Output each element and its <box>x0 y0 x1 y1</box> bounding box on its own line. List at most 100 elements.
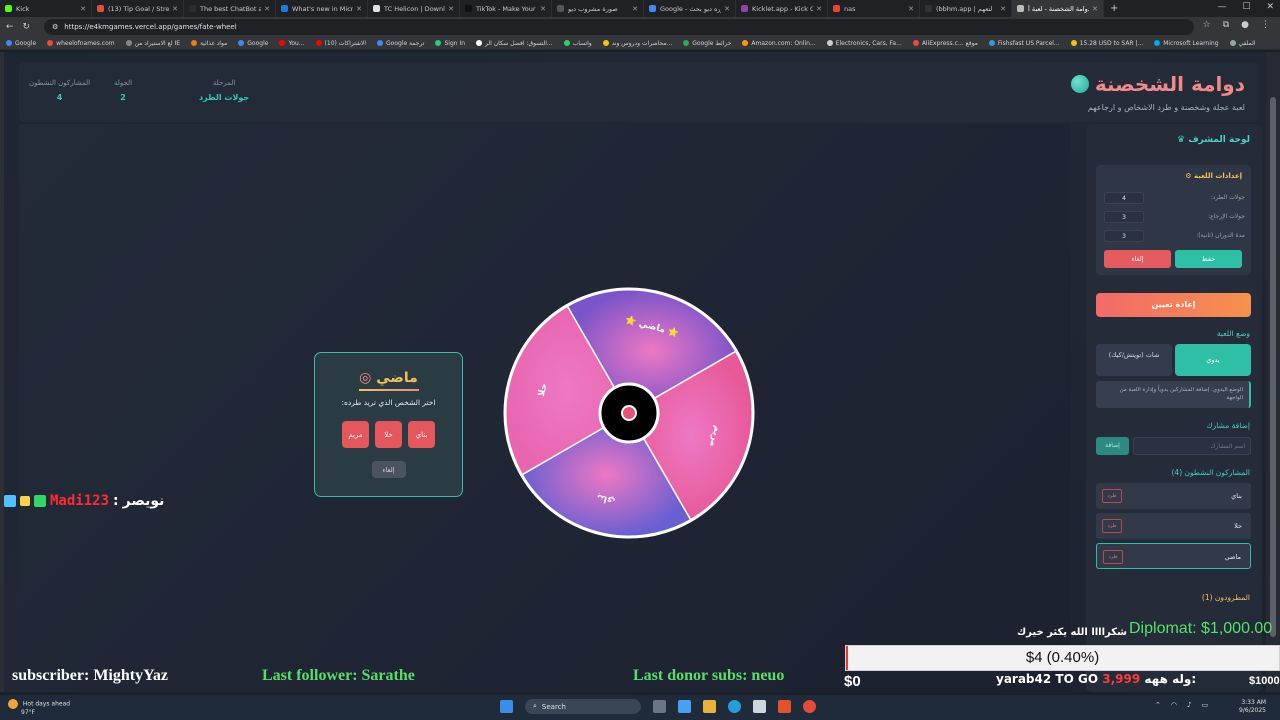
bookmark-item[interactable]: التسوق: افضل سكان الر... <box>476 40 553 47</box>
bookmark-favicon-icon <box>602 40 609 46</box>
bookmark-item[interactable]: Electronics, Cars, Fa... <box>826 40 902 47</box>
close-tab-icon[interactable]: ✕ <box>908 5 914 13</box>
close-tab-icon[interactable]: ✕ <box>540 5 546 13</box>
battery-icon[interactable]: ▭ <box>1201 701 1208 709</box>
close-tab-icon[interactable]: ✕ <box>632 5 638 13</box>
system-tray: ⌃ ◠ ♪ ▭ <box>1155 701 1208 709</box>
star-icon[interactable]: ☆ <box>1203 20 1211 30</box>
target-icon <box>621 405 637 421</box>
close-tab-icon[interactable]: ✕ <box>1092 5 1098 13</box>
tab-title: Kick <box>16 4 30 13</box>
bookmark-item[interactable]: Fishsfast US Parcel... <box>988 40 1060 47</box>
clock[interactable]: 3:33 AM 9/6/2025 <box>1239 699 1266 715</box>
browser-tab[interactable]: nas ✕ <box>828 0 920 17</box>
remove-participant-button[interactable]: طرد <box>1102 519 1122 533</box>
task-view-icon[interactable] <box>653 700 666 713</box>
taskbar-search[interactable]: ⌕ Search <box>525 699 641 714</box>
bookmark-item[interactable]: (10) الاشتراكات <box>315 40 366 47</box>
option-button[interactable]: مريم <box>342 421 369 448</box>
extensions-icon[interactable]: ⧉ <box>1223 20 1229 30</box>
new-tab-icon[interactable]: + <box>1110 3 1118 14</box>
browser-tab[interactable]: (13) Tip Goal / Streamlab✕ <box>92 0 184 17</box>
bookmark-item[interactable]: واتساب <box>563 40 592 47</box>
setting-row-kick-rounds: 4 جولات الطرد: <box>1104 192 1245 204</box>
settings-cancel-button[interactable]: إلغاء <box>1104 250 1171 268</box>
profile-icon[interactable]: ● <box>1241 20 1249 30</box>
close-tab-icon[interactable]: ✕ <box>356 5 362 13</box>
bookmark-item[interactable]: 15.28 USD to SAR |... <box>1070 40 1143 47</box>
mode-manual-button[interactable]: يدوي <box>1175 344 1251 376</box>
return-rounds-input[interactable]: 3 <box>1104 211 1144 223</box>
bookmark-label: محاضرات ودروس وند... <box>611 39 673 47</box>
close-tab-icon[interactable]: ✕ <box>264 5 270 13</box>
close-tab-icon[interactable]: ✕ <box>816 5 822 13</box>
browser-tab[interactable]: Kick ✕ <box>0 0 92 17</box>
browser-tab[interactable]: Google - صوره ديو بحث✕ <box>644 0 736 17</box>
close-tab-icon[interactable]: ✕ <box>448 5 454 13</box>
file-explorer-icon[interactable] <box>703 700 716 713</box>
mode-chat-button[interactable]: شات (تويتش/كيك) <box>1096 344 1172 376</box>
start-icon[interactable] <box>500 700 513 713</box>
site-info-icon[interactable]: ⚙ <box>52 23 58 31</box>
brave-icon[interactable] <box>778 700 791 713</box>
bookmark-item[interactable]: Sign In <box>435 40 465 47</box>
kick-rounds-label: جولات الطرد: <box>1210 194 1245 201</box>
browser-tab[interactable]: The best ChatBot and W✕ <box>184 0 276 17</box>
remove-participant-button[interactable]: طرد <box>1103 550 1123 564</box>
browser-tab[interactable]: دوامة الشخصنة - لعبة أ ✕ <box>1012 0 1104 17</box>
reload-icon[interactable]: ↻ <box>23 22 31 32</box>
settings-save-button[interactable]: حفظ <box>1175 250 1242 268</box>
page-scrollbar[interactable] <box>1266 52 1280 692</box>
option-button[interactable]: حلا <box>375 421 402 448</box>
maximize-icon[interactable]: ☐ <box>1242 2 1250 12</box>
bookmark-item[interactable]: Google ترجمة <box>377 40 424 47</box>
bookmark-item[interactable]: لع الاستيراد من IE <box>125 40 180 47</box>
browser-tab[interactable]: (bbhm.app | لتعهم ✕ <box>920 0 1012 17</box>
browser-tab[interactable]: Kicklet.app - Kick Chatb✕ <box>736 0 828 17</box>
browser-tab[interactable]: TikTok - Make Your Day✕ <box>460 0 552 17</box>
store-icon[interactable] <box>753 700 766 713</box>
url-field[interactable]: ⚙ https://e4kmgames.vercel.app/games/fat… <box>44 19 1194 35</box>
chrome-icon[interactable] <box>803 700 816 713</box>
volume-icon[interactable]: ♪ <box>1187 701 1191 709</box>
participant-name-input[interactable]: اسم المشارك <box>1133 437 1251 455</box>
bookmark-item[interactable]: Microsoft Learning <box>1154 40 1219 47</box>
kick-rounds-input[interactable]: 4 <box>1104 192 1144 204</box>
scrollbar-thumb[interactable] <box>1270 97 1276 637</box>
browser-tab[interactable]: What's new in Microsoft✕ <box>276 0 368 17</box>
menu-icon[interactable]: ⋮ <box>1261 20 1270 30</box>
bookmark-item[interactable]: الملفي <box>1229 40 1256 47</box>
copilot-icon[interactable] <box>678 700 691 713</box>
spin-duration-input[interactable]: 3 <box>1104 230 1144 242</box>
minimize-icon[interactable]: — <box>1217 2 1226 12</box>
bookmark-item[interactable]: AliExpress.c... موقع <box>912 40 978 47</box>
remove-participant-button[interactable]: طرد <box>1102 489 1122 503</box>
reset-button[interactable]: إعادة تعيين <box>1096 293 1251 317</box>
chevron-up-icon[interactable]: ⌃ <box>1155 701 1161 709</box>
wifi-icon[interactable]: ◠ <box>1171 701 1177 709</box>
bookmark-item[interactable]: wheelofnames.com <box>47 40 115 47</box>
bookmark-item[interactable]: Google خرائط <box>683 40 731 47</box>
weather-widget[interactable]: Hot days ahead 97°F <box>8 699 70 717</box>
kick-choice-popup: ماضي ◎ اختر الشخص الذي تريد طرده: بناي ح… <box>314 352 463 497</box>
close-window-icon[interactable]: ✕ <box>1266 2 1274 12</box>
bookmark-item[interactable]: Google <box>6 40 36 47</box>
bookmark-item[interactable]: Amazon.com: Onlin... <box>742 40 816 47</box>
close-tab-icon[interactable]: ✕ <box>1000 5 1006 13</box>
browser-tab[interactable]: صورة مشروب ديو ✕ <box>552 0 644 17</box>
back-icon[interactable]: ← <box>6 22 14 32</box>
bookmark-item[interactable]: Google <box>238 40 268 47</box>
close-tab-icon[interactable]: ✕ <box>172 5 178 13</box>
option-button[interactable]: بناي <box>408 421 435 448</box>
edge-icon[interactable] <box>728 700 741 713</box>
browser-tab[interactable]: TC Helicon | Downloads✕ <box>368 0 460 17</box>
close-tab-icon[interactable]: ✕ <box>724 5 730 13</box>
popup-cancel-button[interactable]: إلغاء <box>371 461 406 478</box>
fate-wheel[interactable]: ⭐ ماضي ⭐مريمبنايحلا <box>503 287 755 539</box>
add-participant-button[interactable]: إضافة <box>1096 437 1129 455</box>
close-tab-icon[interactable]: ✕ <box>80 5 86 13</box>
url-text: https://e4kmgames.vercel.app/games/fate-… <box>64 23 237 31</box>
bookmark-item[interactable]: You... <box>279 40 305 47</box>
bookmark-item[interactable]: مواد غذائية <box>191 40 227 47</box>
bookmark-item[interactable]: محاضرات ودروس وند... <box>602 39 673 47</box>
